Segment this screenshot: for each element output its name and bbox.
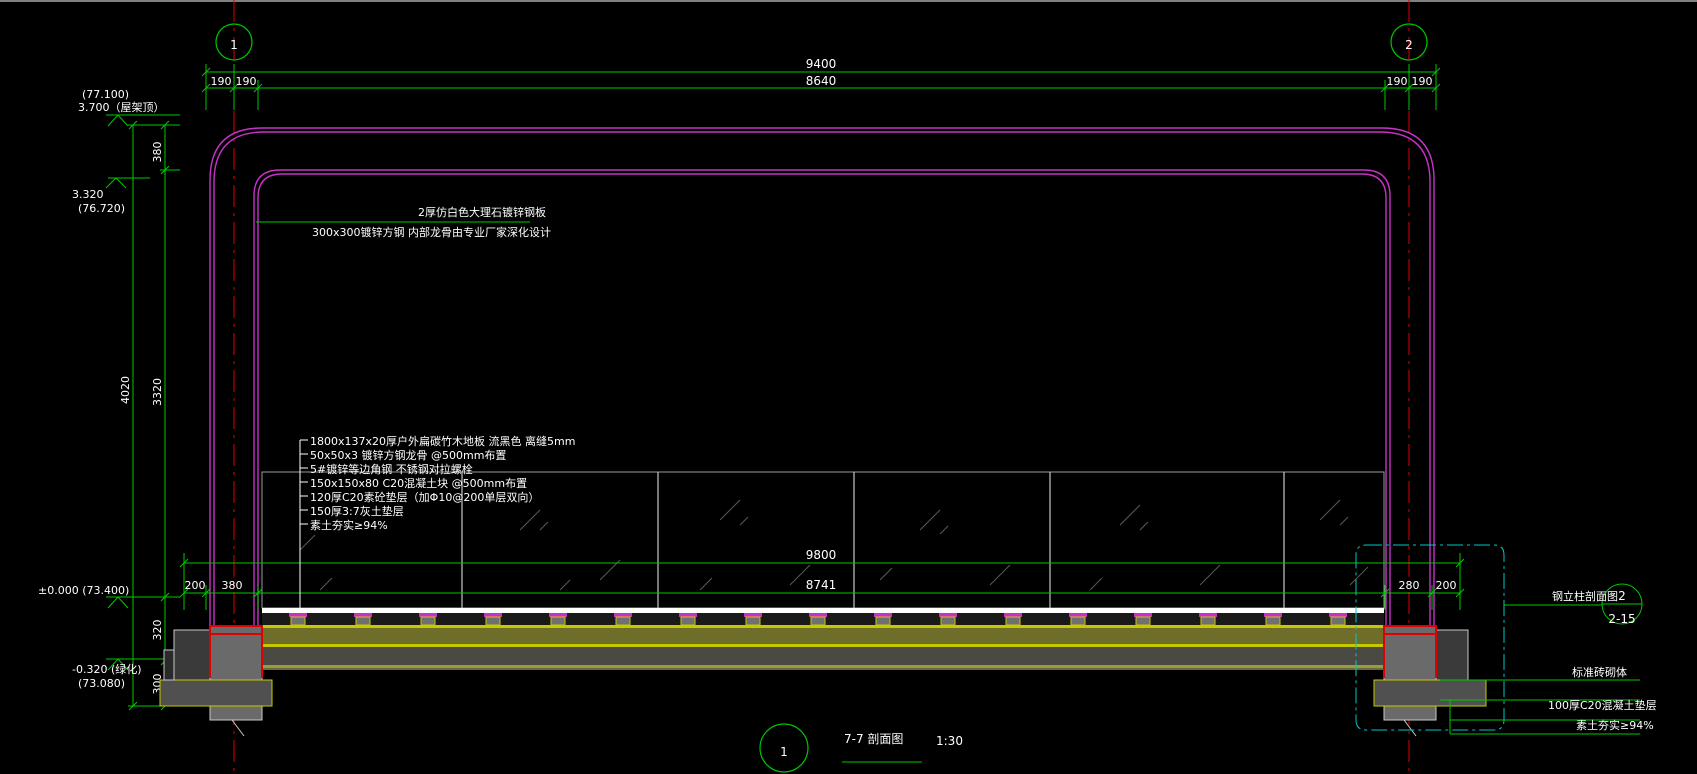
elev-top-paren: (77.100): [82, 88, 129, 101]
dim-bottom-inner: 8741: [806, 578, 837, 592]
dim-top-left-b: 190: [236, 75, 257, 88]
floor-note-6: 150厚3:7灰土垫层: [310, 504, 404, 518]
dim-vert-middle: 3320: [151, 378, 164, 406]
dim-vert-bottom: 320: [151, 620, 164, 641]
pedestal: [744, 613, 762, 626]
floor-note-7: 素土夯实≥94%: [310, 518, 388, 532]
pedestal: [614, 613, 632, 626]
floor-note-5: 120厚C20素砼垫层（加Φ10@200单层双向）: [310, 490, 539, 504]
pedestal: [549, 613, 567, 626]
soil-note: 素土夯实≥94%: [1576, 718, 1654, 732]
elev-low: -0.320 (绿化): [72, 662, 142, 676]
pedestal: [419, 613, 437, 626]
grid-bubble-1: 1: [230, 38, 238, 52]
pedestal: [1199, 613, 1217, 626]
pedestal: [1069, 613, 1087, 626]
elev-zero: ±0.000 (73.400): [38, 584, 129, 597]
floor-note-1: 1800x137x20厚户外扁碳竹木地板 流黑色 离缝5mm: [310, 434, 575, 448]
dim-bottom-left-b: 380: [222, 579, 243, 592]
title-name: 7-7 剖面图: [844, 732, 903, 746]
elev-mid: 3.320: [72, 188, 104, 201]
dim-top-left-a: 190: [211, 75, 232, 88]
floor-note-4: 150x150x80 C20混凝土块 @500mm布置: [310, 476, 527, 490]
detail-sheet: 2-15: [1608, 612, 1635, 626]
pedestal: [289, 613, 307, 626]
dim-top-inner: 8640: [806, 74, 837, 88]
dim-vert-total: 4020: [119, 376, 132, 404]
frame-note-1: 2厚仿白色大理石镀锌钢板: [418, 205, 546, 219]
detail-label: 钢立柱剖面图: [1552, 589, 1618, 603]
pedestal: [354, 613, 372, 626]
dim-bottom-left-a: 200: [185, 579, 206, 592]
dim-vert-top: 380: [151, 142, 164, 163]
dim-bottom-overall: 9800: [806, 548, 837, 562]
dim-top-right-a: 190: [1387, 75, 1408, 88]
floor-callout-leader: [299, 439, 308, 612]
pedestal: [809, 613, 827, 626]
elev-mid-paren: (76.720): [78, 202, 125, 215]
floor-note-3: 5#镀锌等边角钢 不锈钢对拉螺栓: [310, 462, 473, 476]
pedestal: [939, 613, 957, 626]
wall-note: 标准砖砌体: [1572, 665, 1627, 679]
title-number: 1: [780, 745, 788, 759]
elev-low-paren: (73.080): [78, 677, 125, 690]
grid-bubble-2: 2: [1405, 38, 1413, 52]
detail-number: 2: [1618, 589, 1626, 603]
dim-top-overall: 9400: [806, 57, 837, 71]
pedestal: [1004, 613, 1022, 626]
pedestal: [1264, 613, 1282, 626]
pedestal: [874, 613, 892, 626]
section-drawing: 1 2 9400 8640 190 190 190 190 2厚仿白色大理石镀锌…: [0, 0, 1697, 774]
dim-bottom-right-a: 280: [1399, 579, 1420, 592]
title-scale: 1:30: [936, 734, 963, 748]
dim-bottom-right-b: 200: [1436, 579, 1457, 592]
dim-top-right-b: 190: [1412, 75, 1433, 88]
pedestal: [484, 613, 502, 626]
left-footing: [159, 625, 273, 737]
pedestal: [1329, 613, 1347, 626]
concrete-note: 100厚C20混凝土垫层: [1548, 698, 1657, 712]
pedestal: [1134, 613, 1152, 626]
floor-layers: [262, 608, 1384, 670]
pedestal: [679, 613, 697, 626]
floor-note-2: 50x50x3 镀锌方钢龙骨 @500mm布置: [310, 448, 506, 462]
frame-note-2: 300x300镀锌方钢 内部龙骨由专业厂家深化设计: [312, 225, 551, 239]
elev-top: 3.700（屋架顶）: [78, 101, 165, 114]
